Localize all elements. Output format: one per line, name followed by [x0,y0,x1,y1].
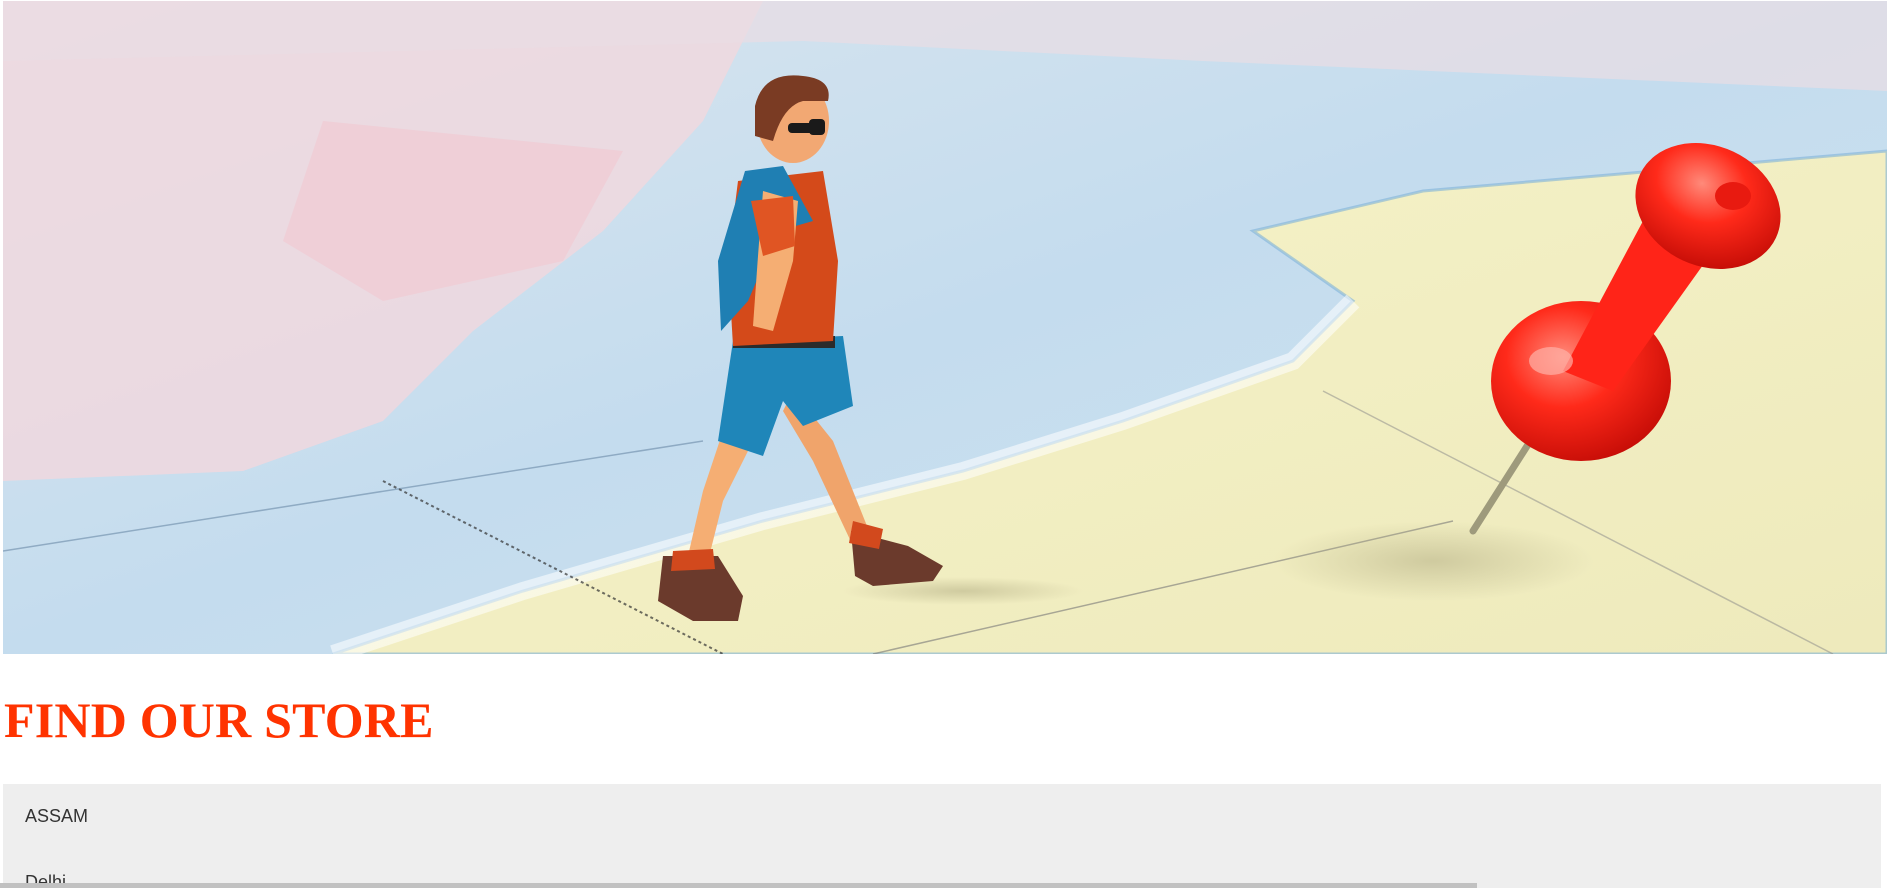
hero-banner [3,1,1887,654]
page-title: FIND OUR STORE [4,692,434,748]
page: FIND OUR STORE ASSAM Delhi [0,0,1887,888]
horizontal-scrollbar[interactable] [0,883,1887,888]
scrollbar-thumb[interactable] [0,883,1477,888]
store-item-assam[interactable]: ASSAM [25,806,88,827]
store-list: ASSAM Delhi [3,784,1881,888]
hero-image [3,1,1887,654]
